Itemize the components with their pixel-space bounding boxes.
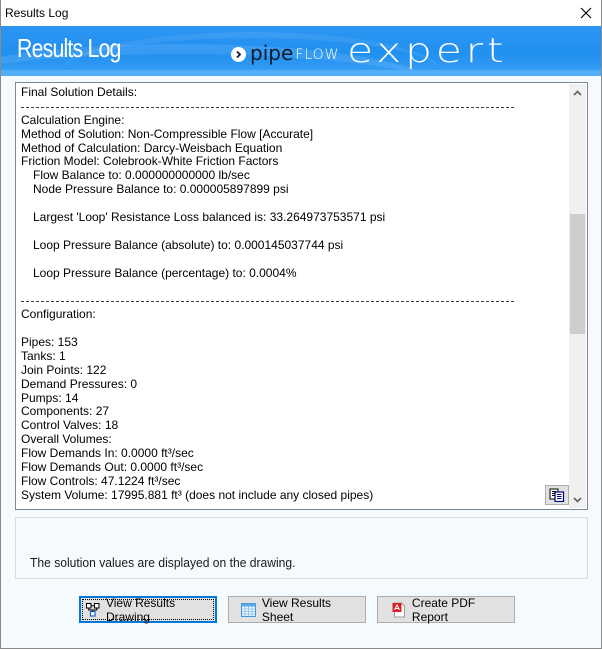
log-line: Pipes: 153 (21, 335, 78, 350)
log-content: Final Solution Details: Calculation Engin… (21, 86, 566, 506)
results-log-window: Results Log Results Log pipe FLOW expert… (0, 0, 602, 649)
status-message: The solution values are displayed on the… (30, 555, 296, 570)
close-icon (580, 7, 592, 19)
view-results-sheet-button[interactable]: View Results Sheet (228, 595, 366, 624)
network-diagram-icon (86, 602, 101, 618)
logo-text-pipe: pipe (250, 41, 294, 65)
title-bar: Results Log (1, 0, 601, 26)
banner-heading: Results Log (17, 33, 121, 63)
log-separator (21, 294, 566, 308)
logo-text-expert: expert (347, 31, 508, 71)
close-button[interactable] (571, 0, 601, 26)
spreadsheet-icon (241, 602, 257, 618)
log-line: System Volume: 17995.881 ft³ (does not i… (21, 487, 374, 502)
log-line: Loop Pressure Balance (absolute) to: 0.0… (33, 237, 344, 252)
log-line: Components: 27 (21, 404, 110, 419)
log-line: Flow Demands In: 0.0000 ft³/sec (21, 446, 194, 461)
log-line: Tanks: 1 (21, 348, 66, 363)
chevron-down-icon (573, 496, 582, 503)
log-separator (21, 100, 566, 114)
log-line: Friction Model: Colebrook-White Friction… (21, 154, 279, 169)
log-line: Method of Solution: Non-Compressible Flo… (21, 126, 314, 141)
log-line: Control Valves: 18 (21, 418, 119, 433)
log-line: Largest 'Loop' Resistance Loss balanced … (33, 210, 386, 225)
log-line: Demand Pressures: 0 (21, 376, 138, 391)
create-pdf-report-label: Create PDF Report (411, 595, 476, 624)
log-line: Flow Demands Out: 0.0000 ft³/sec (21, 460, 204, 475)
log-line: Node Pressure Balance to: 0.000005897899… (33, 182, 289, 197)
chevron-up-icon (573, 89, 582, 96)
log-line: Overall Volumes: (21, 432, 112, 447)
log-line: Flow Balance to: 0.000000000000 lb/sec (33, 168, 250, 183)
chevron-right-circle-icon (231, 46, 246, 62)
scroll-down-button[interactable] (569, 491, 586, 508)
log-line: Flow Controls: 47.1224 ft³/sec (21, 473, 181, 488)
log-line: Join Points: 122 (21, 362, 107, 377)
pdf-file-icon (391, 602, 407, 618)
scroll-up-button[interactable] (569, 84, 586, 101)
create-pdf-report-button[interactable]: Create PDF Report (377, 595, 515, 624)
log-line: Pumps: 14 (21, 390, 79, 405)
status-panel: The solution values are displayed on the… (15, 517, 588, 579)
logo-text-flow: FLOW (295, 47, 340, 63)
log-line: Configuration: (21, 307, 96, 322)
view-results-sheet-label: View Results Sheet (261, 595, 332, 624)
view-results-drawing-label: View Results Drawing (105, 595, 176, 624)
results-log-textarea[interactable]: Final Solution Details: Calculation Engin… (15, 82, 588, 510)
log-line: Calculation Engine: (21, 112, 125, 127)
log-line: Final Solution Details: (21, 86, 138, 99)
copy-icon (549, 488, 565, 502)
copy-to-clipboard-button[interactable] (545, 485, 569, 505)
scrollbar-thumb[interactable] (570, 214, 585, 335)
header-banner: Results Log pipe FLOW expert (1, 26, 601, 76)
view-results-drawing-button[interactable]: View Results Drawing (79, 595, 217, 624)
vertical-scrollbar[interactable] (569, 84, 586, 508)
log-line: Loop Pressure Balance (percentage) to: 0… (33, 265, 297, 280)
pipeflow-expert-logo: pipe FLOW expert (231, 31, 504, 71)
banner-strip (1, 70, 601, 76)
window-title: Results Log (5, 6, 69, 20)
log-line: Method of Calculation: Darcy-Weisbach Eq… (21, 140, 283, 155)
